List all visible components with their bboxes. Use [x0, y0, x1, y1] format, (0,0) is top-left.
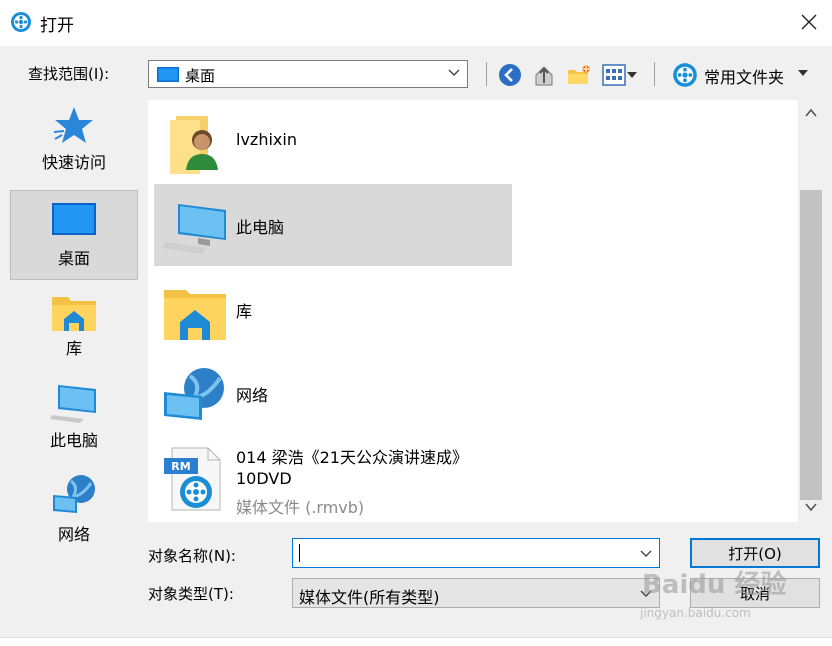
- list-item[interactable]: 库: [154, 268, 512, 350]
- new-folder-button[interactable]: [566, 62, 592, 88]
- list-item[interactable]: 网络: [154, 352, 512, 434]
- view-grid-icon: [602, 64, 626, 86]
- file-name: 014 梁浩《21天公众演讲速成》: [236, 448, 468, 467]
- library-icon: [164, 290, 226, 340]
- desktop-icon: [52, 203, 96, 235]
- view-menu-button[interactable]: [602, 62, 638, 88]
- back-arrow-icon: [499, 64, 521, 86]
- window-title: 打开: [40, 16, 74, 36]
- back-button[interactable]: [498, 62, 522, 88]
- toolbar-separator: [486, 62, 487, 86]
- place-label: 快速访问: [41, 153, 106, 172]
- scroll-down-icon[interactable]: [805, 502, 817, 512]
- lookin-combobox[interactable]: 桌面: [148, 60, 468, 88]
- media-player-app-icon: [11, 12, 31, 32]
- network-icon: [53, 475, 95, 513]
- close-button[interactable]: [786, 0, 832, 44]
- place-label: 网络: [57, 525, 90, 544]
- watermark-brand: Baidu 经验: [642, 570, 787, 600]
- list-item[interactable]: RM 014 梁浩《21天公众演讲速成》 10DVD 媒体文件 (.rmvb): [154, 436, 574, 518]
- star-icon: [53, 107, 93, 143]
- watermark: Baidu 经验 jingyan.baidu.com: [636, 554, 832, 624]
- scrollbar-thumb[interactable]: [800, 190, 822, 500]
- caret-down-icon: [627, 72, 637, 78]
- title-bar: 打开: [0, 0, 832, 46]
- network-icon: [164, 368, 224, 420]
- file-name: 库: [236, 302, 253, 321]
- place-desktop[interactable]: 桌面: [10, 190, 138, 280]
- places-bar: 快速访问 桌面 库 此电脑 网络: [0, 95, 146, 630]
- filename-label: 对象名称(N):: [148, 547, 236, 565]
- file-name: 此电脑: [236, 218, 285, 237]
- place-this-pc[interactable]: 此电脑: [10, 383, 138, 463]
- rmvb-file-icon: RM: [164, 447, 221, 511]
- favorites-label: 常用文件夹: [704, 68, 785, 87]
- up-folder-icon: [535, 66, 553, 86]
- watermark-url: jingyan.baidu.com: [640, 606, 751, 620]
- file-list[interactable]: lvzhixin 此电脑 库 网络 RM 014 梁浩《21天公众演讲速成》 1…: [148, 100, 798, 522]
- place-quick-access[interactable]: 快速访问: [10, 105, 138, 193]
- place-library[interactable]: 库: [10, 293, 138, 373]
- file-badge: RM: [171, 460, 190, 473]
- chevron-down-icon: [448, 69, 460, 76]
- computer-icon: [50, 385, 96, 423]
- scroll-up-icon[interactable]: [805, 108, 817, 118]
- place-label: 此电脑: [49, 431, 98, 450]
- file-name: lvzhixin: [236, 130, 297, 149]
- filename-input[interactable]: [292, 538, 660, 568]
- caret-down-icon: [798, 70, 808, 76]
- list-item[interactable]: lvzhixin: [154, 100, 512, 182]
- list-item[interactable]: 此电脑: [154, 184, 512, 266]
- text-caret: [299, 544, 300, 562]
- up-folder-button[interactable]: [532, 62, 556, 88]
- close-icon: [801, 14, 817, 30]
- computer-icon: [162, 204, 226, 254]
- file-type: 媒体文件 (.rmvb): [236, 498, 365, 517]
- lookin-value: 桌面: [185, 67, 216, 85]
- user-folder-icon: [170, 116, 218, 174]
- place-label: 桌面: [57, 249, 90, 268]
- place-label: 库: [65, 339, 82, 358]
- lookin-label: 查找范围(I):: [28, 65, 110, 83]
- library-icon: [52, 297, 96, 331]
- filetype-value: 媒体文件(所有类型): [299, 588, 440, 607]
- media-player-app-icon: [673, 63, 697, 87]
- filetype-select[interactable]: 媒体文件(所有类型): [292, 578, 660, 608]
- toolbar-separator: [654, 62, 655, 86]
- filetype-label: 对象类型(T):: [148, 585, 234, 603]
- place-network[interactable]: 网络: [10, 473, 138, 553]
- file-name: 网络: [236, 386, 269, 405]
- desktop-icon: [157, 67, 179, 82]
- file-name-line2: 10DVD: [236, 469, 292, 488]
- vertical-scrollbar[interactable]: [798, 100, 824, 522]
- new-folder-icon: [568, 65, 590, 84]
